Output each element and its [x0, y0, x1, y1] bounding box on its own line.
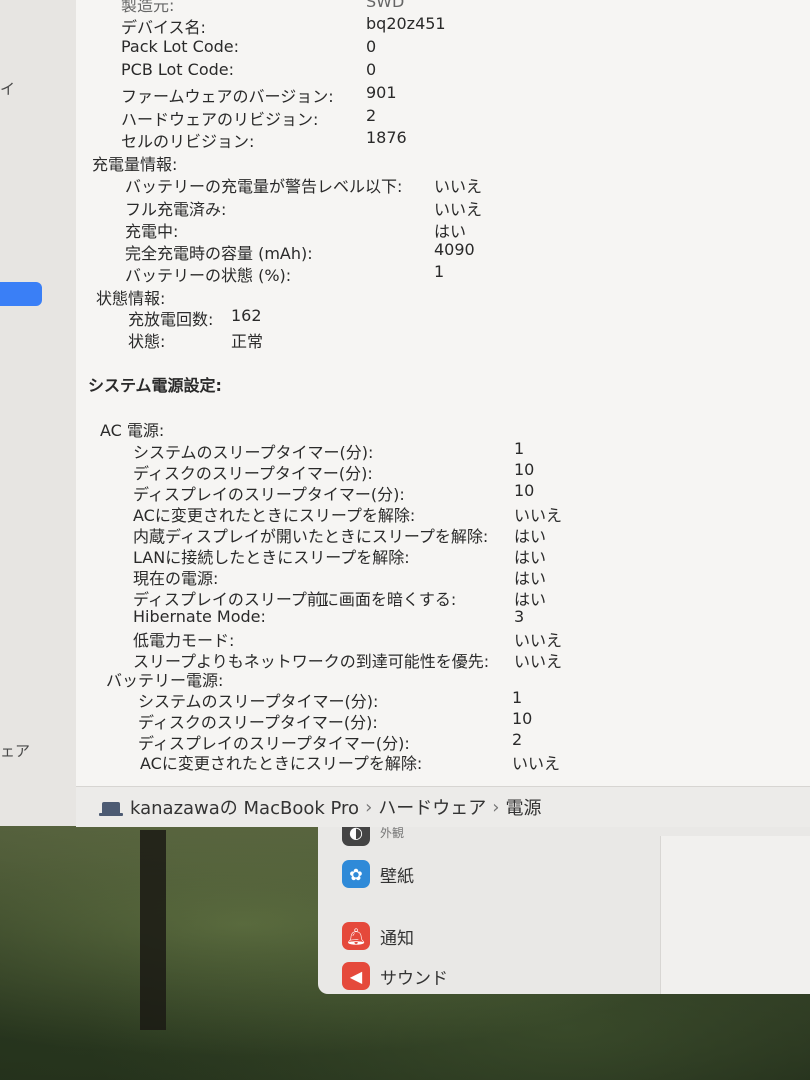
laptop-icon: [99, 801, 123, 816]
info-label: バッテリーの充電量が警告レベル以下:: [125, 177, 403, 196]
settings-item-notifications[interactable]: 🔔︎ 通知: [342, 922, 414, 950]
section-heading: 充電量情報:: [92, 155, 178, 174]
info-value: 正常: [231, 332, 264, 351]
breadcrumb-separator: ›: [492, 796, 500, 818]
info-value: 162: [231, 306, 262, 325]
settings-item-label: サウンド: [380, 968, 448, 989]
settings-item-label: 壁紙: [380, 866, 414, 887]
settings-item-wallpaper[interactable]: ✿ 壁紙: [342, 860, 414, 888]
info-value: 3: [514, 607, 525, 626]
info-label: Hibernate Mode:: [133, 607, 266, 626]
bell-icon: 🔔︎: [342, 922, 370, 950]
path-bar: kanazawaの MacBook Pro › ハードウェア › 電源: [76, 786, 810, 827]
info-value: SWD: [366, 0, 405, 11]
info-label: バッテリーの状態 (%):: [125, 266, 292, 285]
info-label: ACに変更されたときにスリープを解除:: [140, 754, 423, 773]
info-value: 4090: [434, 240, 475, 259]
breadcrumb-hardware[interactable]: ハードウェア: [378, 794, 486, 820]
desktop-tree-trunk: [140, 830, 166, 1030]
info-value: 1: [434, 262, 445, 281]
breadcrumb-power[interactable]: 電源: [505, 794, 541, 820]
info-value: いいえ: [512, 754, 561, 773]
settings-item-sound[interactable]: ◀︎ サウンド: [342, 962, 448, 990]
info-value: 0: [366, 60, 377, 79]
info-value: 1: [514, 439, 525, 458]
info-label: ハードウェアのリビジョン:: [121, 110, 319, 129]
info-label: PCB Lot Code:: [121, 60, 235, 79]
info-value: いいえ: [434, 177, 483, 196]
info-label: ファームウェアのバージョン:: [121, 87, 334, 106]
section-heading: システム電源設定:: [88, 376, 222, 395]
info-value: はい: [434, 222, 467, 241]
info-value: 2: [512, 730, 523, 749]
info-label: 充電中:: [125, 222, 179, 241]
section-heading: AC 電源:: [100, 421, 165, 440]
info-label: Pack Lot Code:: [121, 37, 240, 56]
info-value: bq20z451: [366, 14, 446, 33]
sidebar-item-fragment[interactable]: ェア: [0, 740, 30, 761]
sidebar: イ ェア: [0, 0, 77, 826]
info-value: 10: [512, 709, 533, 728]
breadcrumb-separator: ›: [365, 796, 373, 818]
system-settings-detail-pane: [660, 836, 810, 994]
info-value: 10: [514, 460, 535, 479]
info-label: デバイス名:: [121, 18, 206, 37]
info-label: 状態:: [128, 332, 166, 351]
info-label: セルのリビジョン:: [121, 132, 255, 151]
breadcrumb-computer[interactable]: kanazawaの MacBook Pro: [130, 794, 359, 820]
text-cursor-icon: ⌶: [318, 590, 329, 611]
info-value: いいえ: [514, 652, 563, 671]
speaker-icon: ◀︎: [342, 962, 370, 990]
info-value: 2: [366, 106, 377, 125]
info-value: 1: [512, 688, 523, 707]
sidebar-item-fragment[interactable]: イ: [0, 78, 15, 99]
info-value: 901: [366, 83, 397, 102]
info-value: 10: [514, 481, 535, 500]
info-value: いいえ: [434, 200, 483, 219]
info-value: 0: [366, 37, 377, 56]
info-label: 充放電回数:: [128, 310, 214, 329]
sidebar-item-selected-power[interactable]: [0, 282, 42, 306]
info-value: 1876: [366, 128, 407, 147]
info-label: 完全充電時の容量 (mAh):: [125, 244, 313, 263]
power-info-pane: 製造元: SWD デバイス名: bq20z451 Pack Lot Code: …: [76, 0, 810, 786]
wallpaper-icon: ✿: [342, 860, 370, 888]
settings-item-label: 通知: [380, 928, 414, 949]
info-label: フル充電済み:: [125, 200, 227, 219]
